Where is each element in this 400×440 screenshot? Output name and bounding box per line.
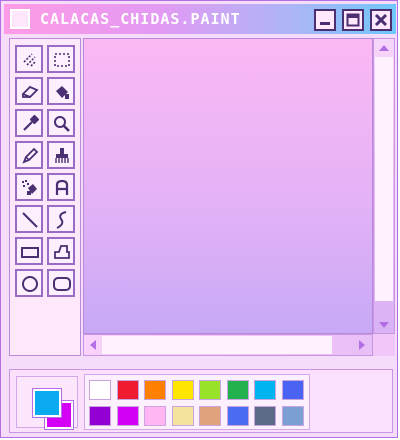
- drawing-canvas[interactable]: [83, 38, 373, 334]
- scroll-left-arrow-icon[interactable]: [85, 336, 103, 354]
- current-colors[interactable]: [16, 376, 78, 429]
- color-swatch[interactable]: [89, 406, 111, 426]
- color-swatch[interactable]: [199, 406, 221, 426]
- magnifier-icon: [54, 116, 70, 132]
- tool-fill[interactable]: [47, 77, 75, 105]
- airbrush-icon: [22, 180, 37, 195]
- line-icon: [22, 212, 38, 228]
- color-swatch[interactable]: [199, 380, 221, 400]
- close-icon: [374, 13, 388, 27]
- app-icon: [10, 9, 30, 29]
- maximize-button[interactable]: [342, 9, 364, 31]
- color-swatches: [84, 374, 310, 430]
- color-swatch[interactable]: [171, 406, 194, 426]
- vertical-scroll-thumb[interactable]: [375, 57, 393, 301]
- dotted-rect-icon: [54, 53, 70, 67]
- paint-window: CALACAS_CHIDAS.PAINT: [0, 0, 398, 438]
- title-bar[interactable]: CALACAS_CHIDAS.PAINT: [4, 4, 396, 34]
- lasso-icon: [23, 53, 37, 67]
- color-swatch[interactable]: [254, 380, 276, 400]
- tool-curve[interactable]: [47, 205, 75, 233]
- scroll-down-arrow-icon[interactable]: [375, 317, 393, 335]
- tool-rect-select[interactable]: [47, 45, 75, 73]
- scrollbar-corner: [373, 334, 395, 356]
- window-title: CALACAS_CHIDAS.PAINT: [40, 10, 241, 28]
- color-swatch[interactable]: [226, 406, 249, 426]
- tool-pick-color[interactable]: [15, 109, 43, 137]
- tool-brush[interactable]: [47, 141, 75, 169]
- tool-magnifier[interactable]: [47, 109, 75, 137]
- tool-eraser[interactable]: [15, 77, 43, 105]
- rectangle-icon: [21, 247, 39, 258]
- eyedropper-icon: [23, 114, 40, 131]
- horizontal-scroll-thumb[interactable]: [102, 336, 332, 354]
- foreground-color-swatch[interactable]: [33, 389, 61, 417]
- color-swatch[interactable]: [171, 380, 194, 400]
- brush-icon: [55, 148, 69, 163]
- tool-rounded-rectangle[interactable]: [47, 269, 75, 297]
- color-swatch[interactable]: [281, 406, 304, 426]
- close-button[interactable]: [370, 9, 392, 31]
- color-swatch[interactable]: [281, 380, 304, 400]
- pencil-icon: [22, 147, 39, 164]
- curve-icon: [56, 211, 67, 229]
- horizontal-scrollbar[interactable]: [83, 334, 373, 356]
- tool-polygon[interactable]: [47, 237, 75, 265]
- polygon-icon: [54, 245, 70, 259]
- text-a-icon: [55, 179, 69, 195]
- color-swatch[interactable]: [226, 380, 249, 400]
- minimize-icon: [320, 22, 330, 25]
- minimize-button[interactable]: [314, 9, 336, 31]
- tool-pencil[interactable]: [15, 141, 43, 169]
- ellipse-icon: [22, 276, 38, 292]
- rounded-rect-icon: [53, 277, 71, 291]
- toolbox: [9, 38, 81, 356]
- tool-ellipse[interactable]: [15, 269, 43, 297]
- color-swatch[interactable]: [116, 406, 139, 426]
- color-swatch[interactable]: [116, 380, 139, 400]
- tool-line[interactable]: [15, 205, 43, 233]
- eraser-icon: [21, 85, 39, 99]
- scroll-up-arrow-icon[interactable]: [375, 40, 393, 58]
- tool-rectangle[interactable]: [15, 237, 43, 265]
- color-swatch[interactable]: [89, 380, 111, 400]
- tool-free-select[interactable]: [15, 45, 43, 73]
- vertical-scrollbar[interactable]: [373, 38, 395, 334]
- tool-airbrush[interactable]: [15, 173, 43, 201]
- color-swatch[interactable]: [144, 406, 166, 426]
- color-swatch[interactable]: [144, 380, 166, 400]
- paint-bucket-icon: [56, 86, 69, 99]
- color-palette-panel: [9, 369, 393, 433]
- tool-text[interactable]: [47, 173, 75, 201]
- color-swatch[interactable]: [254, 406, 276, 426]
- maximize-icon: [346, 13, 360, 27]
- scroll-right-arrow-icon[interactable]: [354, 336, 372, 354]
